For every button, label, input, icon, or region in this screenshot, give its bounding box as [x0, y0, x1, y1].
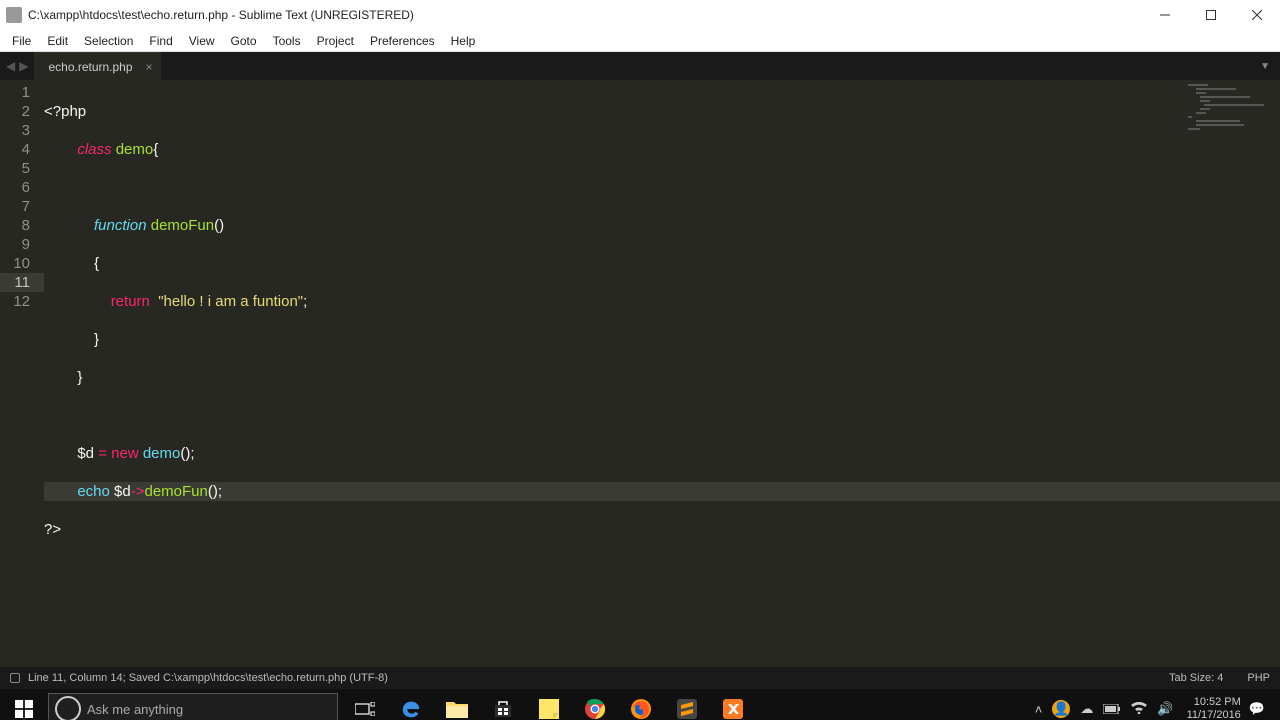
tray-notifications-icon[interactable]: 💬 [1249, 701, 1265, 717]
code-token: demoFun [151, 217, 214, 234]
cortana-icon [55, 696, 81, 720]
code-token: $d [77, 445, 94, 462]
code-token: } [77, 369, 82, 386]
code-token: { [94, 255, 99, 272]
menubar: File Edit Selection Find View Goto Tools… [0, 30, 1280, 52]
code-token: = [94, 445, 111, 462]
code-token: (); [180, 445, 194, 462]
code-token: demoFun [145, 483, 208, 500]
tray-chevron-up-icon[interactable]: ˄ [1035, 702, 1043, 717]
tray-people-icon[interactable]: 👤 [1052, 700, 1070, 718]
tray-time: 10:52 PM [1187, 696, 1241, 709]
menu-project[interactable]: Project [309, 32, 362, 50]
tab-label: echo.return.php [48, 60, 132, 74]
line-gutter: 123456789101112 [0, 80, 44, 667]
tray-wifi-icon[interactable] [1131, 702, 1147, 717]
firefox-icon[interactable] [618, 689, 664, 720]
minimize-button[interactable] [1142, 0, 1188, 30]
code-token: return [111, 293, 150, 310]
app-icon [6, 7, 22, 23]
file-explorer-icon[interactable] [434, 689, 480, 720]
code-token: (); [208, 483, 222, 500]
tab-active[interactable]: echo.return.php × [34, 52, 160, 80]
task-icons [342, 689, 756, 720]
taskbar: Ask me anything ˄ 👤 ☁ 🔊 10:52 PM 11/17/2… [0, 689, 1280, 720]
menu-file[interactable]: File [4, 32, 39, 50]
taskview-icon[interactable] [342, 689, 388, 720]
chrome-icon[interactable] [572, 689, 618, 720]
menu-selection[interactable]: Selection [76, 32, 141, 50]
menu-edit[interactable]: Edit [39, 32, 76, 50]
code-token: class [77, 141, 111, 158]
code-token: echo [77, 483, 110, 500]
code-token: new [111, 445, 139, 462]
tray-date: 11/17/2016 [1187, 709, 1241, 720]
tab-nav-prev-icon[interactable]: ◀ [4, 59, 17, 73]
taskbar-search[interactable]: Ask me anything [48, 693, 338, 720]
code-token: ; [303, 293, 307, 310]
code-token: demo [116, 141, 154, 158]
windows-icon [15, 700, 33, 718]
code-token: demo [143, 445, 181, 462]
start-button[interactable] [0, 689, 48, 720]
tabstrip: ◀ ▶ echo.return.php × ▼ [0, 52, 1280, 80]
tab-overflow-icon[interactable]: ▼ [1260, 61, 1270, 72]
search-placeholder: Ask me anything [87, 702, 183, 717]
status-panel-icon[interactable] [10, 673, 20, 683]
tray-battery-icon[interactable] [1103, 702, 1121, 717]
menu-preferences[interactable]: Preferences [362, 32, 443, 50]
code-token: "hello ! i am a funtion" [158, 293, 303, 310]
tray-volume-icon[interactable]: 🔊 [1157, 701, 1173, 717]
edge-icon[interactable] [388, 689, 434, 720]
editor[interactable]: 123456789101112 <?php class demo{ functi… [0, 80, 1280, 667]
store-icon[interactable] [480, 689, 526, 720]
window-title: C:\xampp\htdocs\test\echo.return.php - S… [28, 8, 1142, 22]
menu-tools[interactable]: Tools [265, 32, 309, 50]
tab-nav-next-icon[interactable]: ▶ [17, 59, 30, 73]
xampp-icon[interactable] [710, 689, 756, 720]
code-token: function [94, 217, 147, 234]
titlebar: C:\xampp\htdocs\test\echo.return.php - S… [0, 0, 1280, 30]
code-token: <?php [44, 103, 86, 120]
tray-onedrive-icon[interactable]: ☁ [1080, 701, 1093, 717]
tab-close-icon[interactable]: × [146, 60, 153, 74]
menu-find[interactable]: Find [141, 32, 180, 50]
system-tray: ˄ 👤 ☁ 🔊 10:52 PM 11/17/2016 💬 [1030, 689, 1280, 720]
code-token: () [214, 217, 224, 234]
close-button[interactable] [1234, 0, 1280, 30]
code-area[interactable]: <?php class demo{ function demoFun() { r… [44, 80, 1280, 667]
menu-view[interactable]: View [181, 32, 223, 50]
status-tabsize[interactable]: Tab Size: 4 [1169, 672, 1223, 684]
status-language[interactable]: PHP [1247, 672, 1270, 684]
window-controls [1142, 0, 1280, 30]
code-token: } [94, 331, 99, 348]
tab-nav-arrows: ◀ ▶ [0, 59, 34, 73]
sticky-notes-icon[interactable] [526, 689, 572, 720]
code-token: { [153, 141, 158, 158]
menu-goto[interactable]: Goto [223, 32, 265, 50]
code-token: -> [131, 483, 145, 500]
sublime-icon[interactable] [664, 689, 710, 720]
tray-clock[interactable]: 10:52 PM 11/17/2016 [1187, 696, 1241, 720]
status-left: Line 11, Column 14; Saved C:\xampp\htdoc… [28, 672, 1145, 684]
code-token: $d [114, 483, 131, 500]
menu-help[interactable]: Help [443, 32, 484, 50]
maximize-button[interactable] [1188, 0, 1234, 30]
code-token: ?> [44, 521, 61, 538]
statusbar: Line 11, Column 14; Saved C:\xampp\htdoc… [0, 667, 1280, 689]
